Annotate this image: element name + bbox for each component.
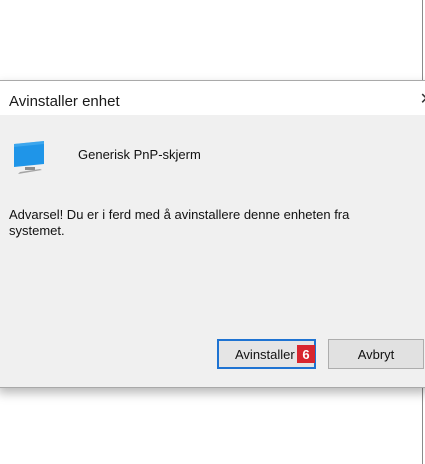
cancel-button[interactable]: Avbryt <box>328 339 424 369</box>
monitor-icon <box>14 141 44 174</box>
screenshot-page: Avinstaller enhet ✕ Generisk PnP-skjerm … <box>0 0 425 464</box>
warning-text: Advarsel! Du er i ferd med å avinstaller… <box>9 207 350 238</box>
close-icon[interactable]: ✕ <box>420 92 425 108</box>
uninstall-device-dialog: Avinstaller enhet ✕ Generisk PnP-skjerm … <box>0 80 425 388</box>
device-name: Generisk PnP-skjerm <box>78 147 201 162</box>
step-badge: 6 <box>297 345 315 363</box>
dialog-title: Avinstaller enhet <box>9 93 120 110</box>
dialog-titlebar: Avinstaller enhet ✕ <box>0 81 425 115</box>
